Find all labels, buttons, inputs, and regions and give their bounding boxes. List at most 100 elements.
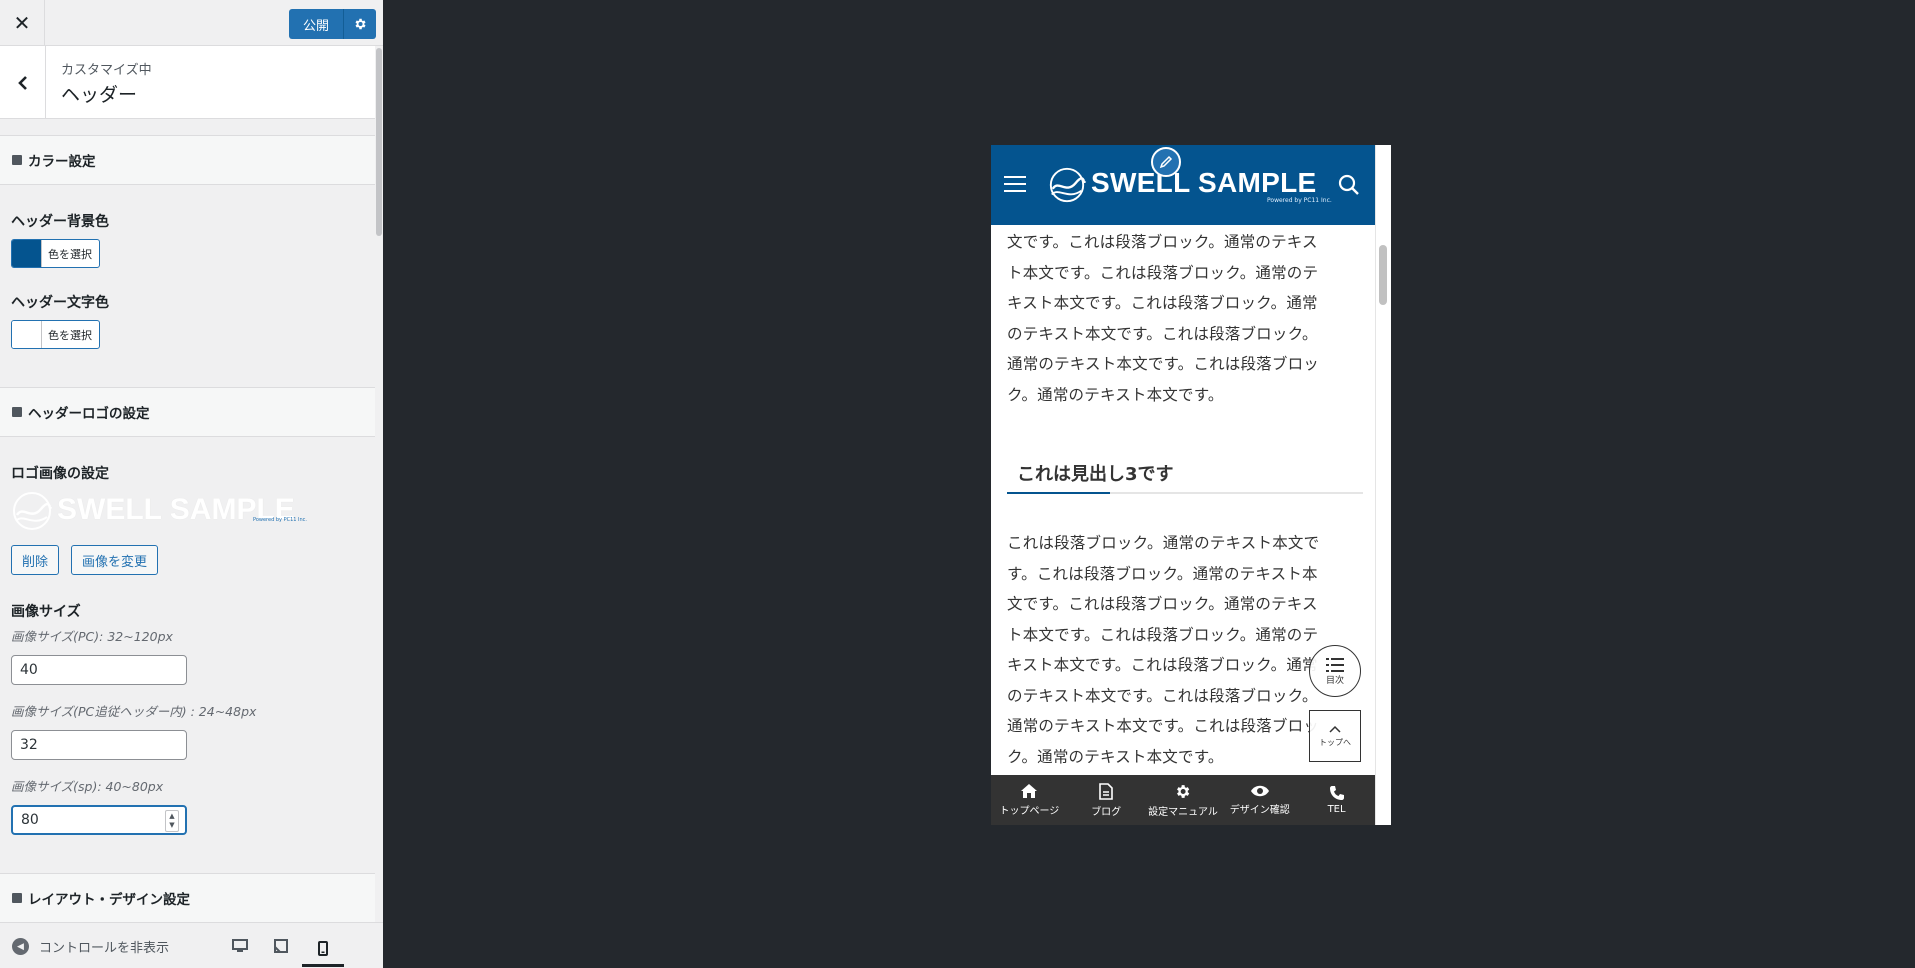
change-logo-button[interactable]: 画像を変更 [71, 545, 159, 575]
fixbar-item-manual[interactable]: 設定マニュアル [1145, 775, 1222, 825]
document-icon [1099, 782, 1113, 800]
controls-scroll-area[interactable]: カスタマイズ中 ヘッダー カラー設定 ヘッダー背景色 色を選択 ヘッダー文字色 … [0, 46, 375, 922]
tablet-icon [274, 939, 288, 953]
section-title: ヘッダー [61, 84, 138, 106]
publish-settings-button[interactable] [344, 9, 377, 39]
collapse-icon: ◀ [12, 938, 29, 955]
fixbar-item-home[interactable]: トップページ [991, 775, 1068, 825]
list-icon [1326, 657, 1344, 672]
site-logo-text[interactable]: SWELL SAMPLE [1091, 167, 1317, 199]
color-settings-title: カラー設定 [28, 154, 96, 170]
toc-button[interactable]: 目次 [1309, 645, 1361, 697]
pc-follow-size-description: 画像サイズ(PC追従ヘッダー内) : 24~48px [11, 704, 257, 719]
fixed-footer-menu: トップページ ブログ 設定マニュアル デザイン確認 TEL [991, 775, 1375, 825]
wave-logo-icon [13, 492, 53, 530]
device-tablet-button[interactable] [270, 935, 292, 957]
square-icon [12, 407, 22, 417]
header-text-color-label: ヘッダー文字色 [11, 295, 109, 311]
publish-group: 公開 [289, 9, 377, 39]
square-icon [12, 893, 22, 903]
device-desktop-button[interactable] [229, 935, 251, 957]
toc-label: 目次 [1325, 675, 1344, 686]
preview-scrollbar-thumb[interactable] [1379, 245, 1387, 305]
heading-h3: これは見出し3です [1007, 460, 1363, 494]
logo-settings-heading: ヘッダーロゴの設定 [0, 387, 375, 437]
header-bg-color-button[interactable]: 色を選択 [11, 239, 100, 268]
paragraph-line: す。これは段落ブロック。通常のテキスト本 [1007, 564, 1318, 583]
sp-size-spinner[interactable]: ▲ ▼ [165, 810, 179, 832]
spinner-up-icon: ▲ [169, 812, 175, 820]
paragraph-line: 通常のテキスト本文です。これは段落ブロッ [1007, 355, 1319, 373]
hide-controls-label: コントロールを非表示 [39, 941, 170, 956]
sp-size-input[interactable]: 80 ▲ ▼ [11, 805, 187, 835]
fixbar-label: 設定マニュアル [1148, 806, 1218, 818]
header-bg-color-button-label: 色を選択 [48, 247, 92, 261]
layout-design-title: レイアウト・デザイン設定 [28, 892, 190, 908]
paragraph-line: キスト本文です。これは段落ブロック。通常 [1007, 294, 1318, 312]
paragraph-line: ク。通常のテキスト本文です。 [1007, 385, 1224, 404]
fixbar-item-blog[interactable]: ブログ [1068, 775, 1145, 825]
menu-bar [1004, 190, 1026, 192]
customizer-footer: ◀ コントロールを非表示 [0, 922, 383, 968]
publish-button[interactable]: 公開 [289, 9, 345, 39]
menu-bar [1004, 183, 1026, 185]
fixbar-item-tel[interactable]: TEL [1298, 775, 1375, 825]
desktop-icon [232, 939, 248, 952]
fixbar-item-design[interactable]: デザイン確認 [1221, 775, 1298, 825]
pencil-icon [1159, 155, 1173, 169]
fixbar-label: トップページ [999, 806, 1060, 817]
header-text-color-button[interactable]: 色を選択 [11, 320, 100, 349]
paragraph-line: 文です。これは段落ブロック。通常のテキス [1007, 233, 1318, 251]
device-mobile-button[interactable] [302, 933, 344, 967]
customizer-sidebar: ✕ 公開 カスタマイズ中 ヘッダー カラー設定 ヘッダー背景色 色を選択 ヘッダ… [0, 0, 383, 968]
spinner-down-icon: ▼ [169, 821, 175, 829]
close-button[interactable]: ✕ [0, 0, 45, 45]
paragraph-block: テキスト本文です。これは段落ブロック。通常のテキスト本 文です。これは段落ブロッ… [1007, 207, 1363, 410]
chevron-up-icon [1329, 725, 1341, 733]
pc-follow-size-input[interactable]: 32 [11, 730, 187, 760]
logo-image-sub: Powered by PC11 Inc. [253, 517, 308, 523]
header-text-color-button-label: 色を選択 [48, 328, 92, 342]
pc-size-input[interactable]: 40 [11, 655, 187, 685]
hamburger-menu-button[interactable] [1004, 176, 1026, 192]
image-size-label: 画像サイズ [11, 604, 81, 620]
hide-controls-button[interactable]: ◀ コントロールを非表示 [12, 937, 169, 956]
paragraph-line: のテキスト本文です。これは段落ブロック。 [1007, 686, 1318, 705]
sp-size-value: 80 [21, 812, 39, 828]
edit-shortcut-button[interactable] [1151, 147, 1181, 177]
page-top-button[interactable]: トップへ [1309, 710, 1361, 762]
fixbar-label: デザイン確認 [1229, 805, 1290, 816]
mobile-icon [318, 941, 328, 956]
paragraph-line: ト本文です。これは段落ブロック。通常のテ [1007, 625, 1319, 644]
wave-logo-icon [1049, 167, 1087, 203]
eye-icon [1250, 785, 1269, 797]
layout-design-heading: レイアウト・デザイン設定 [0, 873, 375, 922]
color-settings-heading: カラー設定 [0, 135, 375, 185]
mobile-preview[interactable]: テキスト本文です。これは段落ブロック。通常のテキスト本 文です。これは段落ブロッ… [991, 145, 1391, 825]
logo-settings-title: ヘッダーロゴの設定 [28, 406, 150, 422]
menu-bar [1004, 176, 1026, 178]
paragraph-line: 文です。これは段落ブロック。通常のテキス [1007, 595, 1318, 613]
sp-size-description: 画像サイズ(sp): 40~80px [11, 779, 164, 794]
header-bg-color-label: ヘッダー背景色 [11, 214, 109, 230]
logo-image-preview: SWELL SAMPLE Powered by PC11 Inc. [11, 491, 375, 531]
customizer-topbar: ✕ 公開 [0, 0, 383, 46]
header-text-color-swatch [12, 321, 42, 348]
logo-image-label: ロゴ画像の設定 [11, 466, 109, 482]
preview-content: テキスト本文です。これは段落ブロック。通常のテキスト本 文です。これは段落ブロッ… [1007, 207, 1363, 772]
phone-icon [1329, 786, 1344, 800]
site-logo-sub: Powered by PC11 Inc. [1267, 197, 1332, 204]
header-bg-color-swatch [12, 240, 42, 267]
page-top-label: トップへ [1319, 737, 1351, 747]
fixbar-label: TEL [1327, 804, 1346, 815]
home-icon [1021, 784, 1038, 798]
chevron-left-icon [17, 75, 27, 90]
close-icon: ✕ [13, 10, 31, 35]
square-icon [12, 155, 22, 165]
paragraph-line: ト本文です。これは段落ブロック。通常のテ [1007, 263, 1319, 282]
search-icon[interactable] [1338, 174, 1360, 196]
gear-icon [355, 18, 366, 30]
controls-scrollbar-thumb[interactable] [376, 48, 382, 236]
delete-logo-button[interactable]: 削除 [11, 545, 60, 575]
back-button[interactable] [0, 46, 46, 119]
